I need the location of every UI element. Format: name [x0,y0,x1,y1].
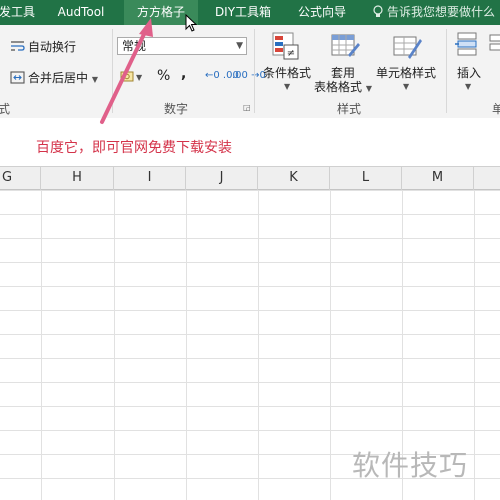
annotation-arrow [100,18,153,124]
mouse-cursor-icon [185,14,198,32]
